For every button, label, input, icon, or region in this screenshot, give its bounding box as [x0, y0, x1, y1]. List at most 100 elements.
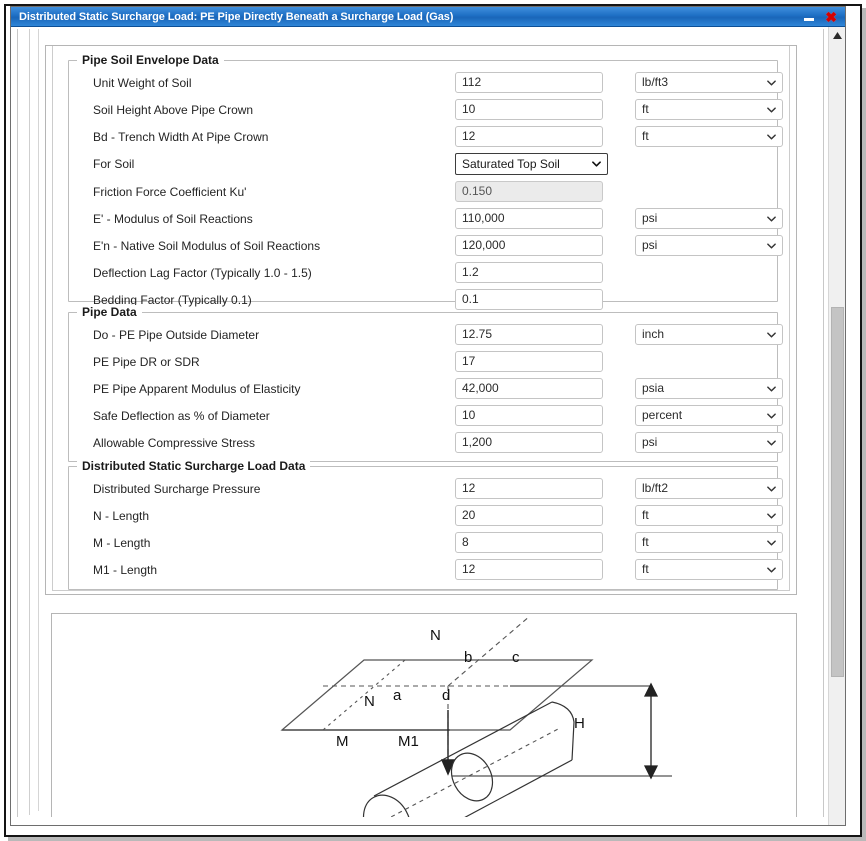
- window-title: Distributed Static Surcharge Load: PE Pi…: [19, 10, 454, 23]
- input-m1-length[interactable]: 12: [455, 559, 603, 580]
- close-icon[interactable]: ✖: [825, 10, 837, 24]
- label-modulus-of-soil-reactions: E' - Modulus of Soil Reactions: [93, 211, 253, 226]
- diagram-label-n-left: N: [364, 693, 375, 710]
- diagram-label-c: c: [512, 649, 520, 666]
- select-value: ft: [642, 102, 649, 116]
- select-value: lb/ft2: [642, 481, 669, 495]
- scroll-up-arrow-icon[interactable]: [829, 27, 845, 44]
- chevron-down-icon: [767, 485, 776, 492]
- input-pipe-outside-diameter[interactable]: 12.75: [455, 324, 603, 345]
- group-legend-pipe: Pipe Data: [77, 305, 142, 319]
- chevron-down-icon: [767, 412, 776, 419]
- select-m1-length-units[interactable]: ft: [635, 559, 783, 580]
- input-n-length[interactable]: 20: [455, 505, 603, 526]
- application-window: Distributed Static Surcharge Load: PE Pi…: [10, 6, 846, 826]
- input-apparent-modulus-elasticity[interactable]: 42,000: [455, 378, 603, 399]
- select-value: psi: [642, 435, 658, 449]
- select-value: percent: [642, 408, 683, 422]
- label-for-soil: For Soil: [93, 156, 135, 171]
- label-deflection-lag-factor: Deflection Lag Factor (Typically 1.0 - 1…: [93, 265, 312, 280]
- select-pipe-outside-diameter-units[interactable]: inch: [635, 324, 783, 345]
- input-m-length[interactable]: 8: [455, 532, 603, 553]
- input-native-soil-modulus[interactable]: 120,000: [455, 235, 603, 256]
- row-bedding-factor: Bedding Factor (Typically 0.1) 0.1: [69, 286, 777, 313]
- diagram-panel: N N M M1 a b c d H: [51, 613, 797, 825]
- label-pipe-dr-sdr: PE Pipe DR or SDR: [93, 354, 200, 369]
- label-friction-force-coefficient: Friction Force Coefficient Ku': [93, 184, 247, 199]
- label-distributed-surcharge-pressure: Distributed Surcharge Pressure: [93, 481, 261, 496]
- input-bedding-factor[interactable]: 0.1: [455, 289, 603, 310]
- row-safe-deflection: Safe Deflection as % of Diameter 10 perc…: [69, 402, 783, 429]
- input-soil-height-above-pipe-crown[interactable]: 10: [455, 99, 603, 120]
- label-n-length: N - Length: [93, 508, 150, 523]
- group-legend-soil: Pipe Soil Envelope Data: [77, 53, 224, 67]
- select-native-soil-modulus-units[interactable]: psi: [635, 235, 783, 256]
- select-value: psia: [642, 381, 665, 395]
- input-modulus-of-soil-reactions[interactable]: 110,000: [455, 208, 603, 229]
- chevron-down-icon: [767, 215, 776, 222]
- row-for-soil: For Soil Saturated Top Soil: [69, 150, 777, 177]
- diagram-label-h: H: [574, 715, 585, 732]
- input-unit-weight-of-soil[interactable]: 112: [455, 72, 603, 93]
- label-unit-weight-of-soil: Unit Weight of Soil: [93, 75, 192, 90]
- row-unit-weight-of-soil: Unit Weight of Soil 112 lb/ft3: [69, 69, 783, 96]
- diagram-label-m1: M1: [398, 733, 419, 750]
- select-value: ft: [642, 508, 649, 522]
- label-apparent-modulus-elasticity: PE Pipe Apparent Modulus of Elasticity: [93, 381, 301, 396]
- select-safe-deflection-units[interactable]: percent: [635, 405, 783, 426]
- bottom-strip: [11, 817, 828, 825]
- minimize-button[interactable]: [803, 11, 815, 23]
- select-allowable-compressive-stress-units[interactable]: psi: [635, 432, 783, 453]
- select-apparent-modulus-elasticity-units[interactable]: psia: [635, 378, 783, 399]
- select-distributed-surcharge-pressure-units[interactable]: lb/ft2: [635, 478, 783, 499]
- chevron-down-icon: [767, 331, 776, 338]
- surcharge-load-pipe-diagram: N N M M1 a b c d H: [280, 615, 672, 825]
- scrollbar-thumb[interactable]: [831, 307, 844, 677]
- select-value: psi: [642, 238, 658, 252]
- row-modulus-of-soil-reactions: E' - Modulus of Soil Reactions 110,000 p…: [69, 205, 783, 232]
- input-form-panel: Pipe Soil Envelope Data Unit Weight of S…: [45, 45, 797, 595]
- chevron-down-icon: [767, 133, 776, 140]
- diagram-label-b: b: [464, 649, 472, 666]
- row-pipe-dr-sdr: PE Pipe DR or SDR 17: [69, 348, 777, 375]
- label-pipe-outside-diameter: Do - PE Pipe Outside Diameter: [93, 327, 260, 342]
- vertical-scrollbar[interactable]: [828, 27, 845, 825]
- input-bd-trench-width[interactable]: 12: [455, 126, 603, 147]
- group-distributed-static-surcharge-load-data: Distributed Static Surcharge Load Data D…: [68, 459, 783, 590]
- client-area: Pipe Soil Envelope Data Unit Weight of S…: [11, 27, 845, 825]
- input-safe-deflection[interactable]: 10: [455, 405, 603, 426]
- diagram-label-m: M: [336, 733, 349, 750]
- input-distributed-surcharge-pressure[interactable]: 12: [455, 478, 603, 499]
- diagram-label-n-top: N: [430, 627, 441, 644]
- chevron-down-icon: [767, 385, 776, 392]
- input-deflection-lag-factor[interactable]: 1.2: [455, 262, 603, 283]
- triangle-up-icon: [833, 32, 842, 39]
- select-unit-weight-of-soil-units[interactable]: lb/ft3: [635, 72, 783, 93]
- group-pipe-data: Pipe Data Do - PE Pipe Outside Diameter …: [68, 305, 783, 462]
- select-bd-trench-width-units[interactable]: ft: [635, 126, 783, 147]
- row-m1-length: M1 - Length 12 ft: [69, 556, 783, 583]
- select-soil-height-units[interactable]: ft: [635, 99, 783, 120]
- select-n-length-units[interactable]: ft: [635, 505, 783, 526]
- chevron-down-icon: [592, 160, 601, 167]
- label-m1-length: M1 - Length: [93, 562, 158, 577]
- title-bar[interactable]: Distributed Static Surcharge Load: PE Pi…: [11, 7, 845, 27]
- row-allowable-compressive-stress: Allowable Compressive Stress 1,200 psi: [69, 429, 783, 456]
- select-value: ft: [642, 129, 649, 143]
- chevron-down-icon: [767, 242, 776, 249]
- row-soil-height-above-pipe-crown: Soil Height Above Pipe Crown 10 ft: [69, 96, 783, 123]
- input-pipe-dr-sdr[interactable]: 17: [455, 351, 603, 372]
- row-distributed-surcharge-pressure: Distributed Surcharge Pressure 12 lb/ft2: [69, 475, 783, 502]
- select-m-length-units[interactable]: ft: [635, 532, 783, 553]
- select-modulus-of-soil-reactions-units[interactable]: psi: [635, 208, 783, 229]
- select-value: psi: [642, 211, 658, 225]
- diagram-label-a: a: [393, 687, 402, 704]
- select-value: Saturated Top Soil: [462, 156, 560, 171]
- select-for-soil[interactable]: Saturated Top Soil: [455, 152, 608, 175]
- chevron-down-icon: [767, 79, 776, 86]
- window-controls: ✖: [803, 10, 841, 24]
- label-soil-height-above-pipe-crown: Soil Height Above Pipe Crown: [93, 102, 254, 117]
- row-deflection-lag-factor: Deflection Lag Factor (Typically 1.0 - 1…: [69, 259, 777, 286]
- input-allowable-compressive-stress[interactable]: 1,200: [455, 432, 603, 453]
- row-n-length: N - Length 20 ft: [69, 502, 783, 529]
